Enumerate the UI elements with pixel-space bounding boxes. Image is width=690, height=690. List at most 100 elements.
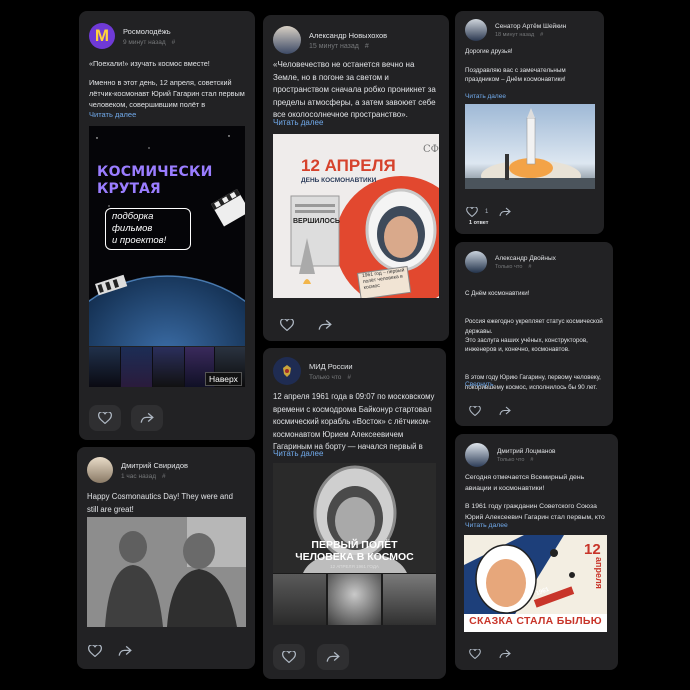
like-button[interactable] <box>89 405 121 431</box>
share-button[interactable] <box>496 201 514 223</box>
avatar[interactable] <box>465 19 487 41</box>
author-name[interactable]: Дмитрий Свиридов <box>121 461 188 470</box>
post-paragraph: В 1961 году гражданин Советского Союза Ю… <box>465 503 605 521</box>
read-more-link[interactable]: Читать далее <box>465 93 506 100</box>
post-time[interactable]: 9 минут назад <box>123 39 166 46</box>
post-time[interactable]: 1 час назад <box>121 473 156 480</box>
share-button[interactable] <box>317 644 349 670</box>
rocket-launch-photo[interactable] <box>465 104 595 189</box>
thumbnail[interactable] <box>153 347 184 387</box>
pin-mark: # <box>530 456 534 463</box>
thumbnail[interactable] <box>89 347 120 387</box>
avatar[interactable] <box>465 443 489 467</box>
collapse-link[interactable]: Свернуть <box>465 381 494 388</box>
post-header: Александр Двойных Только что # <box>465 251 603 273</box>
author-name[interactable]: Сенатор Артём Шейкин <box>495 23 566 30</box>
post-paragraph: Дорогие друзья! <box>465 48 513 55</box>
share-arrow-icon <box>318 319 332 330</box>
like-button[interactable] <box>273 644 305 670</box>
author-name[interactable]: МИД России <box>309 362 353 371</box>
share-arrow-icon <box>499 649 511 659</box>
photo-thumb[interactable] <box>328 574 381 625</box>
pin-mark: # <box>528 263 532 270</box>
author-name[interactable]: Росмолодёжь <box>123 27 175 36</box>
share-arrow-icon <box>140 412 154 423</box>
heart-icon <box>98 412 112 424</box>
avatar[interactable]: M <box>89 23 115 49</box>
post-time[interactable]: Только что <box>497 457 524 463</box>
share-button[interactable] <box>491 400 519 422</box>
avatar[interactable] <box>273 357 301 385</box>
post-paragraph: «Человечество не останется вечно на Земл… <box>273 60 436 119</box>
poster-title-1: ПЕРВЫЙ ПОЛЁТ <box>311 539 398 551</box>
avatar[interactable] <box>273 26 301 54</box>
cosmonautics-day-poster[interactable]: СФ 12 АПРЕЛЯ ДЕНЬ КОСМОНАВТИКИ ВЕРШИЛОСЬ… <box>273 134 439 298</box>
heart-icon <box>466 207 478 217</box>
photo-thumb[interactable] <box>273 574 326 625</box>
like-button[interactable] <box>461 643 489 665</box>
read-more-link[interactable]: Читать далее <box>273 118 323 127</box>
poster-date: 12 АПРЕЛЯ 1961 ГОДА <box>330 564 379 569</box>
poster-month: апреля <box>594 557 604 589</box>
author-name[interactable]: Александр Двойных <box>495 255 556 262</box>
poster-subtitle: ДЕНЬ КОСМОНАВТИКИ <box>301 177 377 184</box>
like-button[interactable] <box>461 400 489 422</box>
post-text: 12 апреля 1961 года в 09:07 по московско… <box>273 391 436 453</box>
share-button[interactable] <box>131 405 163 431</box>
heart-icon <box>88 645 102 657</box>
share-arrow-icon <box>499 406 511 416</box>
post-actions <box>461 643 519 665</box>
author-name[interactable]: Александр Новыхохов <box>309 31 387 40</box>
thumbnail-strip[interactable]: Наверх <box>89 347 245 387</box>
post-time[interactable]: 15 минут назад <box>309 43 359 50</box>
read-more-link[interactable]: Читать далее <box>89 110 136 119</box>
pin-mark: # <box>347 373 351 381</box>
post-header: Дмитрий Свиридов 1 час назад # <box>87 457 245 483</box>
photo-art <box>87 517 246 627</box>
post-card-mid-russia: МИД России Только что # 12 апреля 1961 го… <box>263 348 446 679</box>
avatar[interactable] <box>87 457 113 483</box>
post-paragraph: Поздравляю вас с замечательным празднико… <box>465 66 566 84</box>
share-button[interactable] <box>491 643 519 665</box>
post-time[interactable]: 18 минут назад <box>495 32 534 38</box>
post-card-sviridov: Дмитрий Свиридов 1 час назад # Happy Cosm… <box>77 447 255 669</box>
post-time[interactable]: Только что <box>309 374 341 381</box>
share-arrow-icon <box>118 645 132 656</box>
cosmic-poster-image[interactable]: КОСМИЧЕСКИ КРУТАЯ подборка фильмов и про… <box>89 126 245 346</box>
first-flight-poster[interactable]: ПЕРВЫЙ ПОЛЁТ ЧЕЛОВЕКА В КОСМОС 12 АПРЕЛЯ… <box>273 463 436 625</box>
thumbnail[interactable] <box>121 347 152 387</box>
soviet-poster[interactable]: 12 апреля 1961 СКАЗКА СТАЛА БЫЛЬЮ <box>464 535 607 632</box>
share-button[interactable] <box>311 314 339 336</box>
share-button[interactable] <box>111 640 139 662</box>
poster-title-2: ЧЕЛОВЕКА В КОСМОС <box>295 551 414 563</box>
photo-thumb[interactable] <box>383 574 436 625</box>
share-arrow-icon <box>326 651 340 662</box>
poster-title-1: КОСМИЧЕСКИ <box>97 164 213 180</box>
read-more-link[interactable]: Читать далее <box>273 449 323 458</box>
avatar[interactable] <box>465 251 487 273</box>
post-time[interactable]: Только что <box>495 264 522 270</box>
post-paragraph: Именно в этот день, 12 апреля, советский… <box>89 78 245 109</box>
svg-text:СФ: СФ <box>423 144 439 155</box>
post-header: Дмитрий Лоцманов Только что # <box>465 443 608 467</box>
like-button[interactable] <box>81 640 109 662</box>
author-name[interactable]: Дмитрий Лоцманов <box>497 448 556 455</box>
read-more-link[interactable]: Читать далее <box>465 522 508 529</box>
poster-title-2: КРУТАЯ <box>97 181 161 197</box>
vintage-photo[interactable] <box>87 517 246 627</box>
avatar-letter: M <box>94 26 110 45</box>
replies-link[interactable]: 1 ответ <box>469 220 489 226</box>
post-text: Дорогие друзья! Поздравляю вас с замечат… <box>465 47 594 93</box>
pin-mark: # <box>171 38 176 46</box>
like-button[interactable] <box>273 314 301 336</box>
emblem-icon <box>283 365 291 377</box>
scroll-top-tag[interactable]: Наверх <box>205 372 242 386</box>
post-card-dvoynykh: Александр Двойных Только что # С Днём кос… <box>455 242 613 426</box>
post-text: Сегодня отмечается Всемирный день авиаци… <box>465 472 608 524</box>
heart-icon <box>282 651 296 663</box>
poster-box-line: и проектов! <box>112 235 167 246</box>
heart-icon <box>469 406 481 416</box>
poster-day: 12 <box>584 541 601 558</box>
post-paragraph: 12 апреля 1961 года в 09:07 по московско… <box>273 392 435 451</box>
photo-art <box>465 108 595 189</box>
